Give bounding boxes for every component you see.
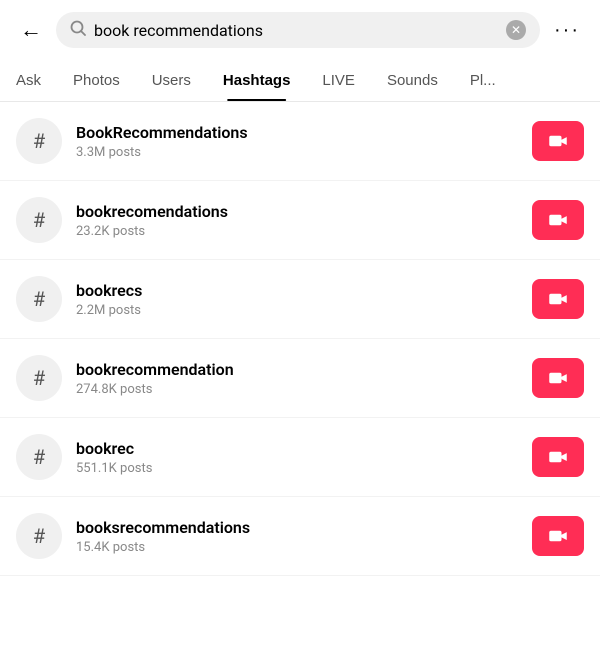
video-button[interactable]	[532, 516, 584, 556]
tab-ask[interactable]: Ask	[0, 60, 57, 101]
back-icon: ←	[20, 17, 42, 42]
hashtag-icon: #	[16, 197, 62, 243]
item-posts: 2.2M posts	[76, 303, 518, 318]
video-button[interactable]	[532, 279, 584, 319]
list-item: # bookrecommendation 274.8K posts	[0, 339, 600, 418]
tab-sounds[interactable]: Sounds	[371, 60, 454, 101]
list-item: # bookrecomendations 23.2K posts	[0, 181, 600, 260]
item-posts: 3.3M posts	[76, 145, 518, 160]
tab-users[interactable]: Users	[136, 60, 207, 101]
tab-live[interactable]: LIVE	[306, 60, 371, 101]
camera-icon	[548, 134, 568, 148]
video-button[interactable]	[532, 437, 584, 477]
item-title: booksrecommendations	[76, 518, 518, 537]
item-posts: 551.1K posts	[76, 461, 518, 476]
list-item: # booksrecommendations 15.4K posts	[0, 497, 600, 576]
header: ← book recommendations ✕ ···	[0, 0, 600, 60]
tab-places[interactable]: Pl...	[454, 60, 512, 101]
search-bar: book recommendations ✕	[56, 12, 540, 48]
camera-icon	[548, 450, 568, 464]
list-item: # bookrecs 2.2M posts	[0, 260, 600, 339]
item-info: bookrecommendation 274.8K posts	[76, 360, 518, 397]
more-icon: ···	[554, 19, 580, 41]
tab-hashtags[interactable]: Hashtags	[207, 60, 307, 101]
item-posts: 23.2K posts	[76, 224, 518, 239]
tabs-bar: AskPhotosUsersHashtagsLIVESoundsPl...	[0, 60, 600, 102]
camera-icon	[548, 292, 568, 306]
hashtag-icon: #	[16, 118, 62, 164]
hashtag-icon: #	[16, 355, 62, 401]
video-button[interactable]	[532, 358, 584, 398]
item-info: booksrecommendations 15.4K posts	[76, 518, 518, 555]
item-title: bookrecs	[76, 281, 518, 300]
camera-icon	[548, 213, 568, 227]
item-title: bookrecomendations	[76, 202, 518, 221]
clear-search-button[interactable]: ✕	[506, 20, 526, 40]
hashtag-icon: #	[16, 513, 62, 559]
back-button[interactable]: ←	[16, 13, 46, 47]
search-input-value: book recommendations	[94, 21, 498, 40]
tab-photos[interactable]: Photos	[57, 60, 136, 101]
item-title: bookrec	[76, 439, 518, 458]
hashtag-icon: #	[16, 434, 62, 480]
clear-icon: ✕	[511, 23, 521, 37]
video-button[interactable]	[532, 200, 584, 240]
item-info: bookrecomendations 23.2K posts	[76, 202, 518, 239]
camera-icon	[548, 371, 568, 385]
item-info: bookrec 551.1K posts	[76, 439, 518, 476]
list-item: # bookrec 551.1K posts	[0, 418, 600, 497]
results-list: # BookRecommendations 3.3M posts # bookr…	[0, 102, 600, 576]
item-posts: 15.4K posts	[76, 540, 518, 555]
camera-icon	[548, 529, 568, 543]
item-posts: 274.8K posts	[76, 382, 518, 397]
video-button[interactable]	[532, 121, 584, 161]
item-title: BookRecommendations	[76, 123, 518, 142]
hashtag-icon: #	[16, 276, 62, 322]
more-options-button[interactable]: ···	[550, 15, 584, 46]
item-title: bookrecommendation	[76, 360, 518, 379]
item-info: bookrecs 2.2M posts	[76, 281, 518, 318]
list-item: # BookRecommendations 3.3M posts	[0, 102, 600, 181]
item-info: BookRecommendations 3.3M posts	[76, 123, 518, 160]
search-icon	[70, 20, 86, 40]
